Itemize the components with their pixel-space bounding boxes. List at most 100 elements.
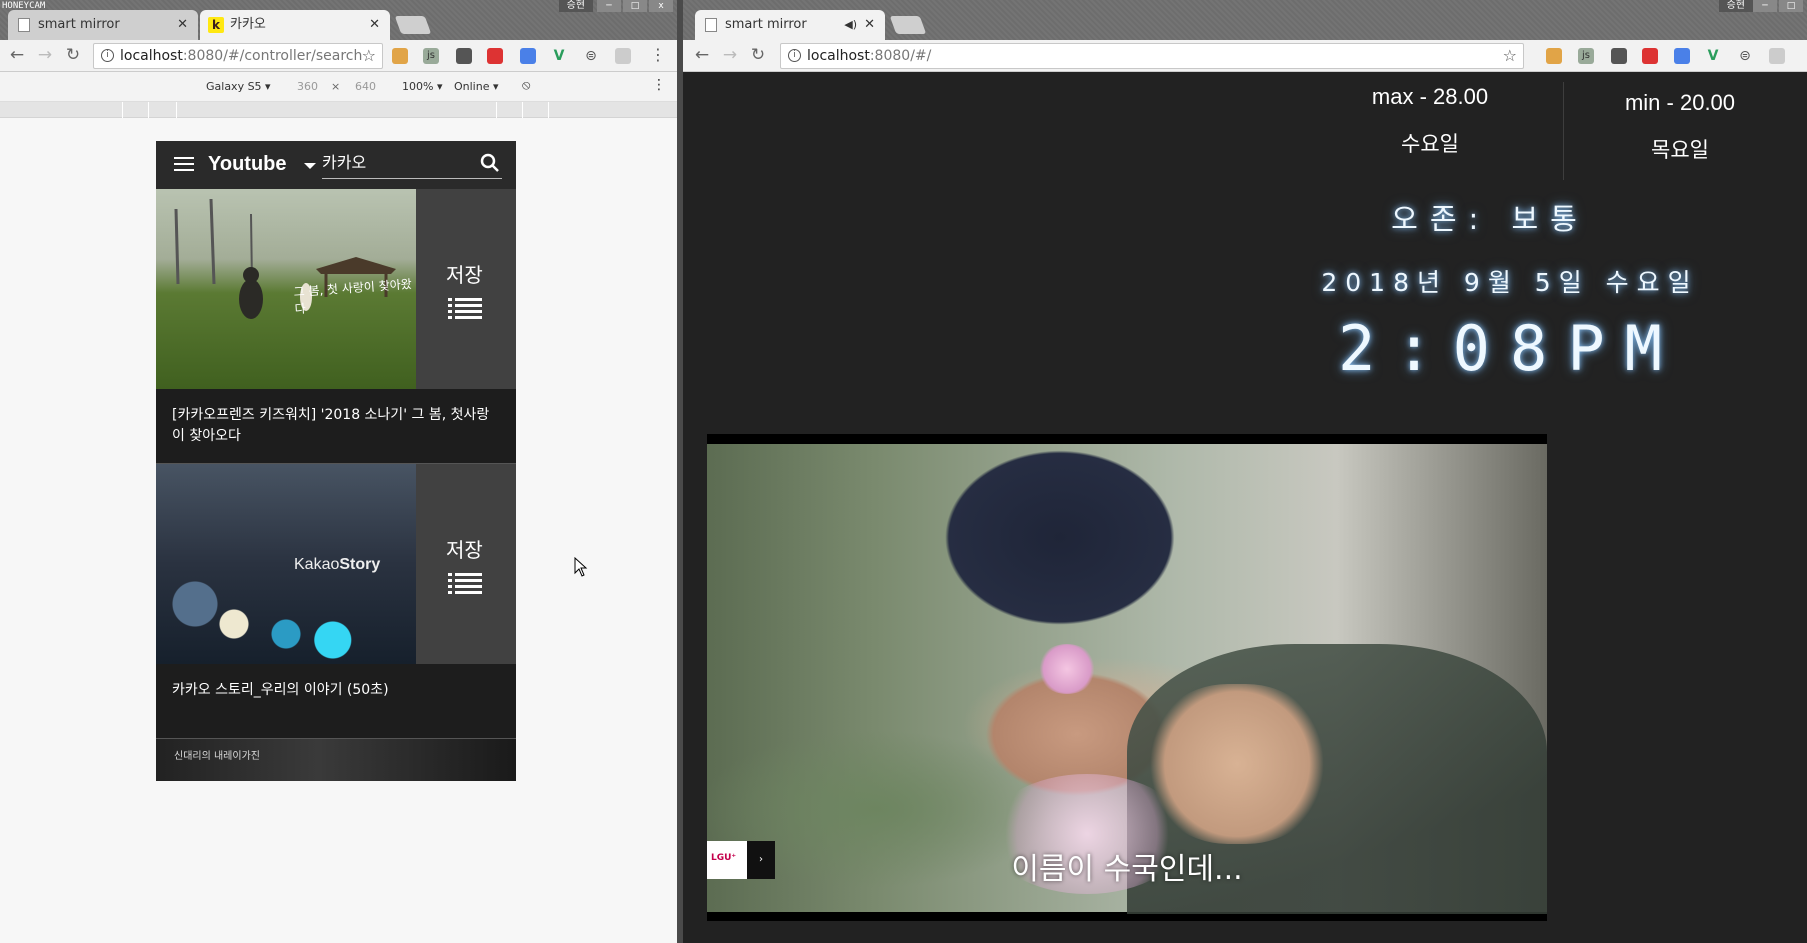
- forward-arrow-icon[interactable]: →: [34, 44, 56, 66]
- tab-title: smart mirror: [38, 17, 120, 32]
- shield-extension-icon[interactable]: [456, 48, 472, 64]
- save-panel[interactable]: 저장: [416, 189, 516, 389]
- user-badge[interactable]: 승현: [1718, 0, 1753, 12]
- weather-today: max - 28.00 수요일: [1295, 84, 1565, 158]
- address-bar[interactable]: i localhost:8080/#/controller/search ☆: [93, 43, 383, 69]
- network-select[interactable]: Online ▾: [454, 80, 499, 93]
- reload-icon[interactable]: ↻: [62, 44, 84, 66]
- tab-smart-mirror[interactable]: smart mirror ◀) ✕: [695, 10, 885, 40]
- extension-icon[interactable]: [1769, 48, 1785, 64]
- brand-badge[interactable]: LGU⁺ ›: [707, 841, 775, 879]
- brand-badge-text: LGU⁺: [711, 853, 737, 863]
- save-panel[interactable]: 저장: [416, 464, 516, 664]
- minimize-button[interactable]: ─: [1753, 0, 1777, 12]
- speaker-icon[interactable]: ◀): [844, 10, 857, 40]
- hamburger-menu-icon[interactable]: [174, 157, 194, 173]
- media-query-ruler[interactable]: [0, 102, 677, 118]
- translate-extension-icon[interactable]: [1674, 48, 1690, 64]
- dropdown-caret-icon[interactable]: [304, 163, 316, 169]
- rotate-icon[interactable]: ⦸: [522, 78, 530, 93]
- extension-icon[interactable]: [615, 48, 631, 64]
- browser-toolbar: ← → ↻ i localhost:8080/#/ ☆ js V ⊜: [683, 40, 1807, 72]
- tab-title: 카카오: [230, 17, 266, 32]
- tab-title: smart mirror: [725, 17, 807, 32]
- close-icon[interactable]: ✕: [177, 10, 188, 40]
- close-icon[interactable]: ✕: [369, 10, 380, 40]
- info-icon[interactable]: i: [101, 49, 114, 62]
- menu-dots-icon[interactable]: ⋮: [650, 45, 666, 64]
- search-bar: [322, 151, 502, 179]
- chevron-right-icon[interactable]: ›: [747, 841, 775, 879]
- video-title[interactable]: 카카오 스토리_우리의 이야기 (50초): [172, 680, 502, 701]
- search-icon[interactable]: [480, 153, 500, 173]
- brand-title: Youtube: [208, 153, 287, 175]
- dimension-separator: ×: [331, 80, 341, 93]
- video-frame-image: 이름이 수국인데... LGU⁺ ›: [707, 444, 1547, 914]
- vue-extension-icon[interactable]: V: [1705, 48, 1721, 64]
- js-extension-icon[interactable]: js: [423, 48, 439, 64]
- browser-window-left: HONEYCAM 승현 ─ □ x smart mirror ✕ k 카카오 ✕…: [0, 0, 677, 943]
- address-bar[interactable]: i localhost:8080/#/ ☆: [780, 43, 1524, 69]
- back-arrow-icon[interactable]: ←: [6, 44, 28, 66]
- new-tab-button[interactable]: [394, 16, 432, 34]
- zoom-select[interactable]: 100% ▾: [402, 80, 442, 93]
- back-arrow-icon[interactable]: ←: [691, 44, 713, 66]
- close-icon[interactable]: ✕: [864, 10, 875, 40]
- tab-kakao[interactable]: k 카카오 ✕: [200, 10, 390, 40]
- list-icon[interactable]: [448, 572, 482, 594]
- save-label[interactable]: 저장: [446, 534, 483, 563]
- min-temperature: min - 20.00: [1624, 90, 1736, 115]
- mouse-cursor-icon: [574, 557, 588, 577]
- page-icon: [705, 18, 717, 32]
- new-tab-button[interactable]: [889, 16, 927, 34]
- weather-day: 수요일: [1401, 132, 1459, 156]
- video-title[interactable]: [카카오프렌즈 키즈워치] '2018 소나기' 그 봄, 첫사랑이 찾아오다: [172, 405, 502, 447]
- vue-extension-icon[interactable]: V: [551, 48, 567, 64]
- url-path: :8080/#/: [869, 48, 932, 64]
- video-subtitle: 이름이 수국인데...: [1011, 852, 1243, 887]
- maximize-button[interactable]: □: [1779, 0, 1803, 12]
- js-extension-icon[interactable]: js: [1578, 48, 1594, 64]
- sync-extension-icon[interactable]: ⊜: [1737, 48, 1753, 64]
- video-result-item[interactable]: 그 봄, 첫 사랑이 찾아왔다 저장 [카카오프렌즈 키즈워치] '2018 소…: [156, 189, 516, 464]
- phone-viewport: Youtube 그 봄, 첫 사랑이: [156, 141, 516, 781]
- info-icon[interactable]: i: [788, 49, 801, 62]
- logo-text-bold: Story: [339, 556, 381, 573]
- minimize-button[interactable]: ─: [597, 0, 621, 12]
- close-window-button[interactable]: x: [649, 0, 673, 12]
- device-select[interactable]: Galaxy S5 ▾: [206, 80, 271, 93]
- bookmark-star-icon[interactable]: ☆: [362, 44, 376, 68]
- cookie-extension-icon[interactable]: [1546, 48, 1562, 64]
- translate-extension-icon[interactable]: [520, 48, 536, 64]
- url-path: :8080/#/controller/search: [182, 48, 363, 64]
- kakao-favicon-icon: k: [208, 17, 224, 33]
- cookie-extension-icon[interactable]: [392, 48, 408, 64]
- video-thumbnail[interactable]: KakaoStory: [156, 464, 416, 664]
- list-icon[interactable]: [448, 297, 482, 319]
- video-result-item[interactable]: KakaoStory 저장 카카오 스토리_우리의 이야기 (50초): [156, 464, 516, 739]
- forward-arrow-icon[interactable]: →: [719, 44, 741, 66]
- search-input[interactable]: [322, 151, 472, 170]
- device-width-field[interactable]: 360: [297, 80, 318, 93]
- page-icon: [18, 18, 30, 32]
- sync-extension-icon[interactable]: ⊜: [583, 48, 599, 64]
- video-thumbnail-partial[interactable]: 신대리의 내레이가진: [156, 739, 516, 781]
- app-header: Youtube: [156, 141, 516, 189]
- more-options-icon[interactable]: ⋮: [652, 77, 666, 93]
- bookmark-star-icon[interactable]: ☆: [1503, 44, 1517, 68]
- todoist-extension-icon[interactable]: [487, 48, 503, 64]
- device-height-field[interactable]: 640: [355, 80, 376, 93]
- video-thumbnail[interactable]: 그 봄, 첫 사랑이 찾아왔다: [156, 189, 416, 389]
- todoist-extension-icon[interactable]: [1642, 48, 1658, 64]
- url-host: localhost: [120, 48, 183, 64]
- shield-extension-icon[interactable]: [1611, 48, 1627, 64]
- reload-icon[interactable]: ↻: [747, 44, 769, 66]
- date-display: 2018년 9월 5일 수요일: [1321, 268, 1699, 297]
- tab-smart-mirror[interactable]: smart mirror ✕: [8, 10, 198, 40]
- window-controls: ─ □: [1753, 0, 1803, 12]
- video-player[interactable]: 이름이 수국인데... LGU⁺ ›: [707, 434, 1547, 921]
- ozone-status: 오존: 보통: [1391, 202, 1589, 236]
- user-badge[interactable]: 승현: [558, 0, 593, 12]
- maximize-button[interactable]: □: [623, 0, 647, 12]
- save-label[interactable]: 저장: [446, 259, 483, 288]
